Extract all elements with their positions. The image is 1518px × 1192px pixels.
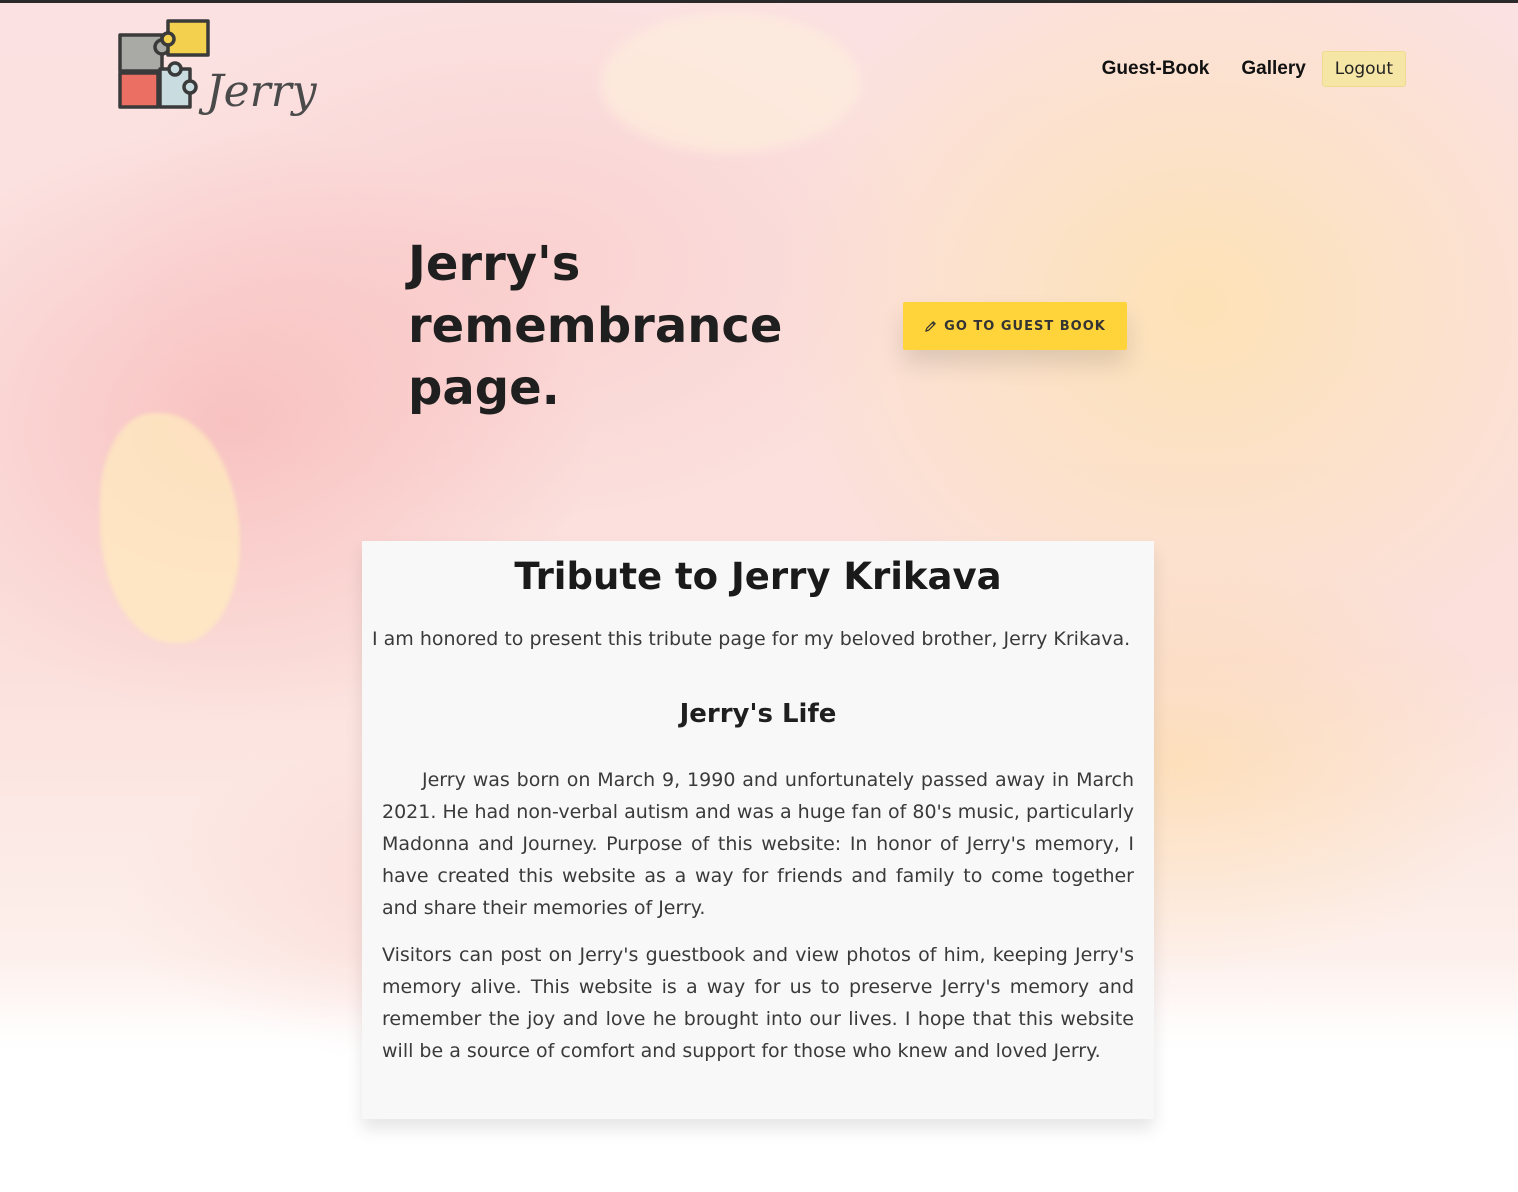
go-to-guestbook-button[interactable]: GO TO GUEST BOOK (903, 302, 1127, 350)
nav-guestbook-link[interactable]: Guest-Book (1102, 58, 1210, 80)
tribute-title: Tribute to Jerry Krikava (514, 555, 1002, 598)
life-heading: Jerry's Life (679, 699, 837, 729)
logout-button[interactable]: Logout (1321, 51, 1406, 87)
main-nav: Guest-Book Gallery Logout (1102, 51, 1406, 87)
hero-title: Jerry's remembrance page. (408, 236, 783, 416)
tribute-card: Tribute to Jerry Krikava I am honored to… (362, 541, 1154, 1119)
nav-gallery-link[interactable]: Gallery (1241, 58, 1305, 80)
site-logo[interactable]: Jerry (116, 17, 317, 117)
life-paragraph-2: Visitors can post on Jerry's guestbook a… (382, 944, 1134, 1062)
logo-text: Jerry (206, 66, 317, 117)
go-to-guestbook-label: GO TO GUEST BOOK (944, 318, 1106, 334)
background-blob (600, 13, 860, 153)
tribute-intro: I am honored to present this tribute pag… (372, 628, 1131, 650)
life-paragraph-1: Jerry was born on March 9, 1990 and unfo… (382, 769, 1134, 919)
page: Jerry Guest-Book Gallery Logout Jerry's … (0, 0, 1518, 1192)
puzzle-logo-icon (118, 19, 210, 109)
pencil-icon (924, 320, 937, 333)
